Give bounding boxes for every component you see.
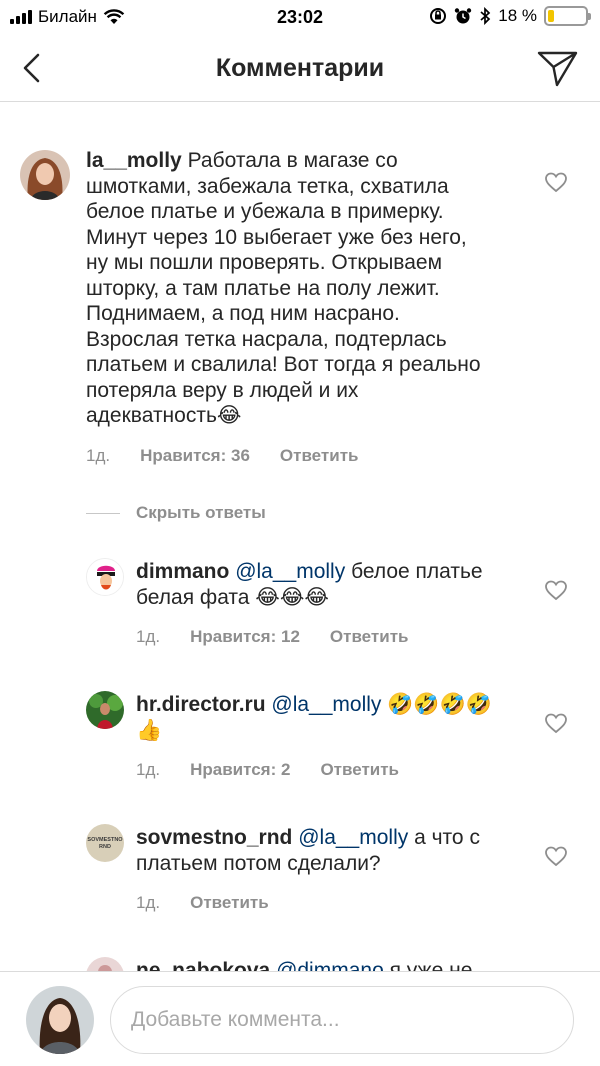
comment-time: 1д. — [86, 446, 111, 465]
comment-text: dimmano @la__molly белое платье белая фа… — [136, 559, 526, 610]
avatar[interactable] — [86, 691, 124, 729]
direct-share-button[interactable] — [536, 48, 580, 88]
status-bar: Билайн 23:02 18 % — [0, 0, 600, 36]
header: Комментарии — [0, 36, 600, 102]
svg-text:RND: RND — [99, 844, 111, 850]
comment-username[interactable]: la__molly — [86, 149, 182, 172]
hide-replies-button[interactable]: Скрыть ответы — [86, 503, 266, 523]
like-heart-icon[interactable] — [544, 171, 568, 193]
comment-text: hr.director.ru @la__molly 🤣🤣🤣🤣👍 — [136, 692, 516, 743]
reply-item: SOVMESTNO RND sovmestno_rnd @la__molly а… — [0, 819, 600, 929]
like-heart-icon[interactable] — [544, 845, 568, 867]
reply-button[interactable]: Ответить — [320, 760, 399, 780]
battery-icon — [544, 6, 591, 26]
comment-username[interactable]: hr.director.ru — [136, 693, 266, 716]
alarm-icon — [455, 8, 472, 24]
reply-button[interactable]: Ответить — [190, 893, 269, 913]
comment-item: la__molly Работала в магазе со шмотками,… — [0, 103, 600, 473]
page-title: Комментарии — [215, 54, 385, 82]
reply-button[interactable]: Ответить — [330, 627, 409, 647]
comment-meta: 1д. Нравится: 36 Ответить — [86, 446, 358, 466]
svg-text:SOVMESTNO: SOVMESTNO — [87, 837, 123, 843]
reply-item: hr.director.ru @la__molly 🤣🤣🤣🤣👍 1д. Нрав… — [0, 686, 600, 796]
comment-text: ne_nabokova @dimmano я уже не — [136, 958, 526, 971]
comment-input[interactable] — [110, 986, 574, 1054]
comment-meta: 1д. Нравится: 2 Ответить — [136, 760, 399, 780]
comment-body: я уже не — [389, 959, 473, 971]
likes-count[interactable]: Нравится: 36 — [140, 446, 250, 466]
divider — [86, 512, 120, 514]
comment-time: 1д. — [136, 893, 161, 912]
battery-percent: 18 % — [498, 6, 537, 25]
battery-level — [548, 10, 555, 22]
likes-count[interactable]: Нравится: 2 — [190, 760, 290, 780]
orientation-lock-icon — [430, 8, 447, 24]
comment-username[interactable]: ne_nabokova — [136, 959, 270, 971]
comment-username[interactable]: sovmestno_rnd — [136, 826, 292, 849]
comment-body: Работала в магазе со шмотками, забежала … — [86, 149, 481, 427]
reply-item: ne_nabokova @dimmano я уже не — [0, 952, 600, 971]
hide-replies-label: Скрыть ответы — [136, 503, 266, 522]
avatar[interactable] — [86, 957, 124, 971]
likes-count[interactable]: Нравится: 12 — [190, 627, 300, 647]
mention-link[interactable]: @dimmano — [276, 959, 384, 971]
mention-link[interactable]: @la__molly — [271, 693, 381, 716]
bluetooth-icon — [480, 7, 491, 25]
comment-username[interactable]: dimmano — [136, 560, 229, 583]
comment-meta: 1д. Нравится: 12 Ответить — [136, 627, 408, 647]
avatar[interactable]: SOVMESTNO RND — [86, 824, 124, 862]
like-heart-icon[interactable] — [544, 712, 568, 734]
like-heart-icon[interactable] — [544, 579, 568, 601]
avatar[interactable] — [20, 150, 70, 200]
comment-time: 1д. — [136, 627, 161, 646]
comment-time: 1д. — [136, 760, 161, 779]
comment-compose-bar — [0, 971, 600, 1066]
comments-list: la__molly Работала в магазе со шмотками,… — [0, 103, 600, 971]
comment-text: la__molly Работала в магазе со шмотками,… — [86, 148, 486, 429]
mention-link[interactable]: @la__molly — [298, 826, 408, 849]
reply-item: dimmano @la__molly белое платье белая фа… — [0, 553, 600, 663]
mention-link[interactable]: @la__molly — [235, 560, 345, 583]
my-avatar — [26, 986, 94, 1054]
reply-button[interactable]: Ответить — [280, 446, 359, 466]
avatar[interactable] — [86, 558, 124, 596]
comment-meta: 1д. Ответить — [136, 893, 269, 913]
comment-text: sovmestno_rnd @la__molly а что с платьем… — [136, 825, 526, 876]
